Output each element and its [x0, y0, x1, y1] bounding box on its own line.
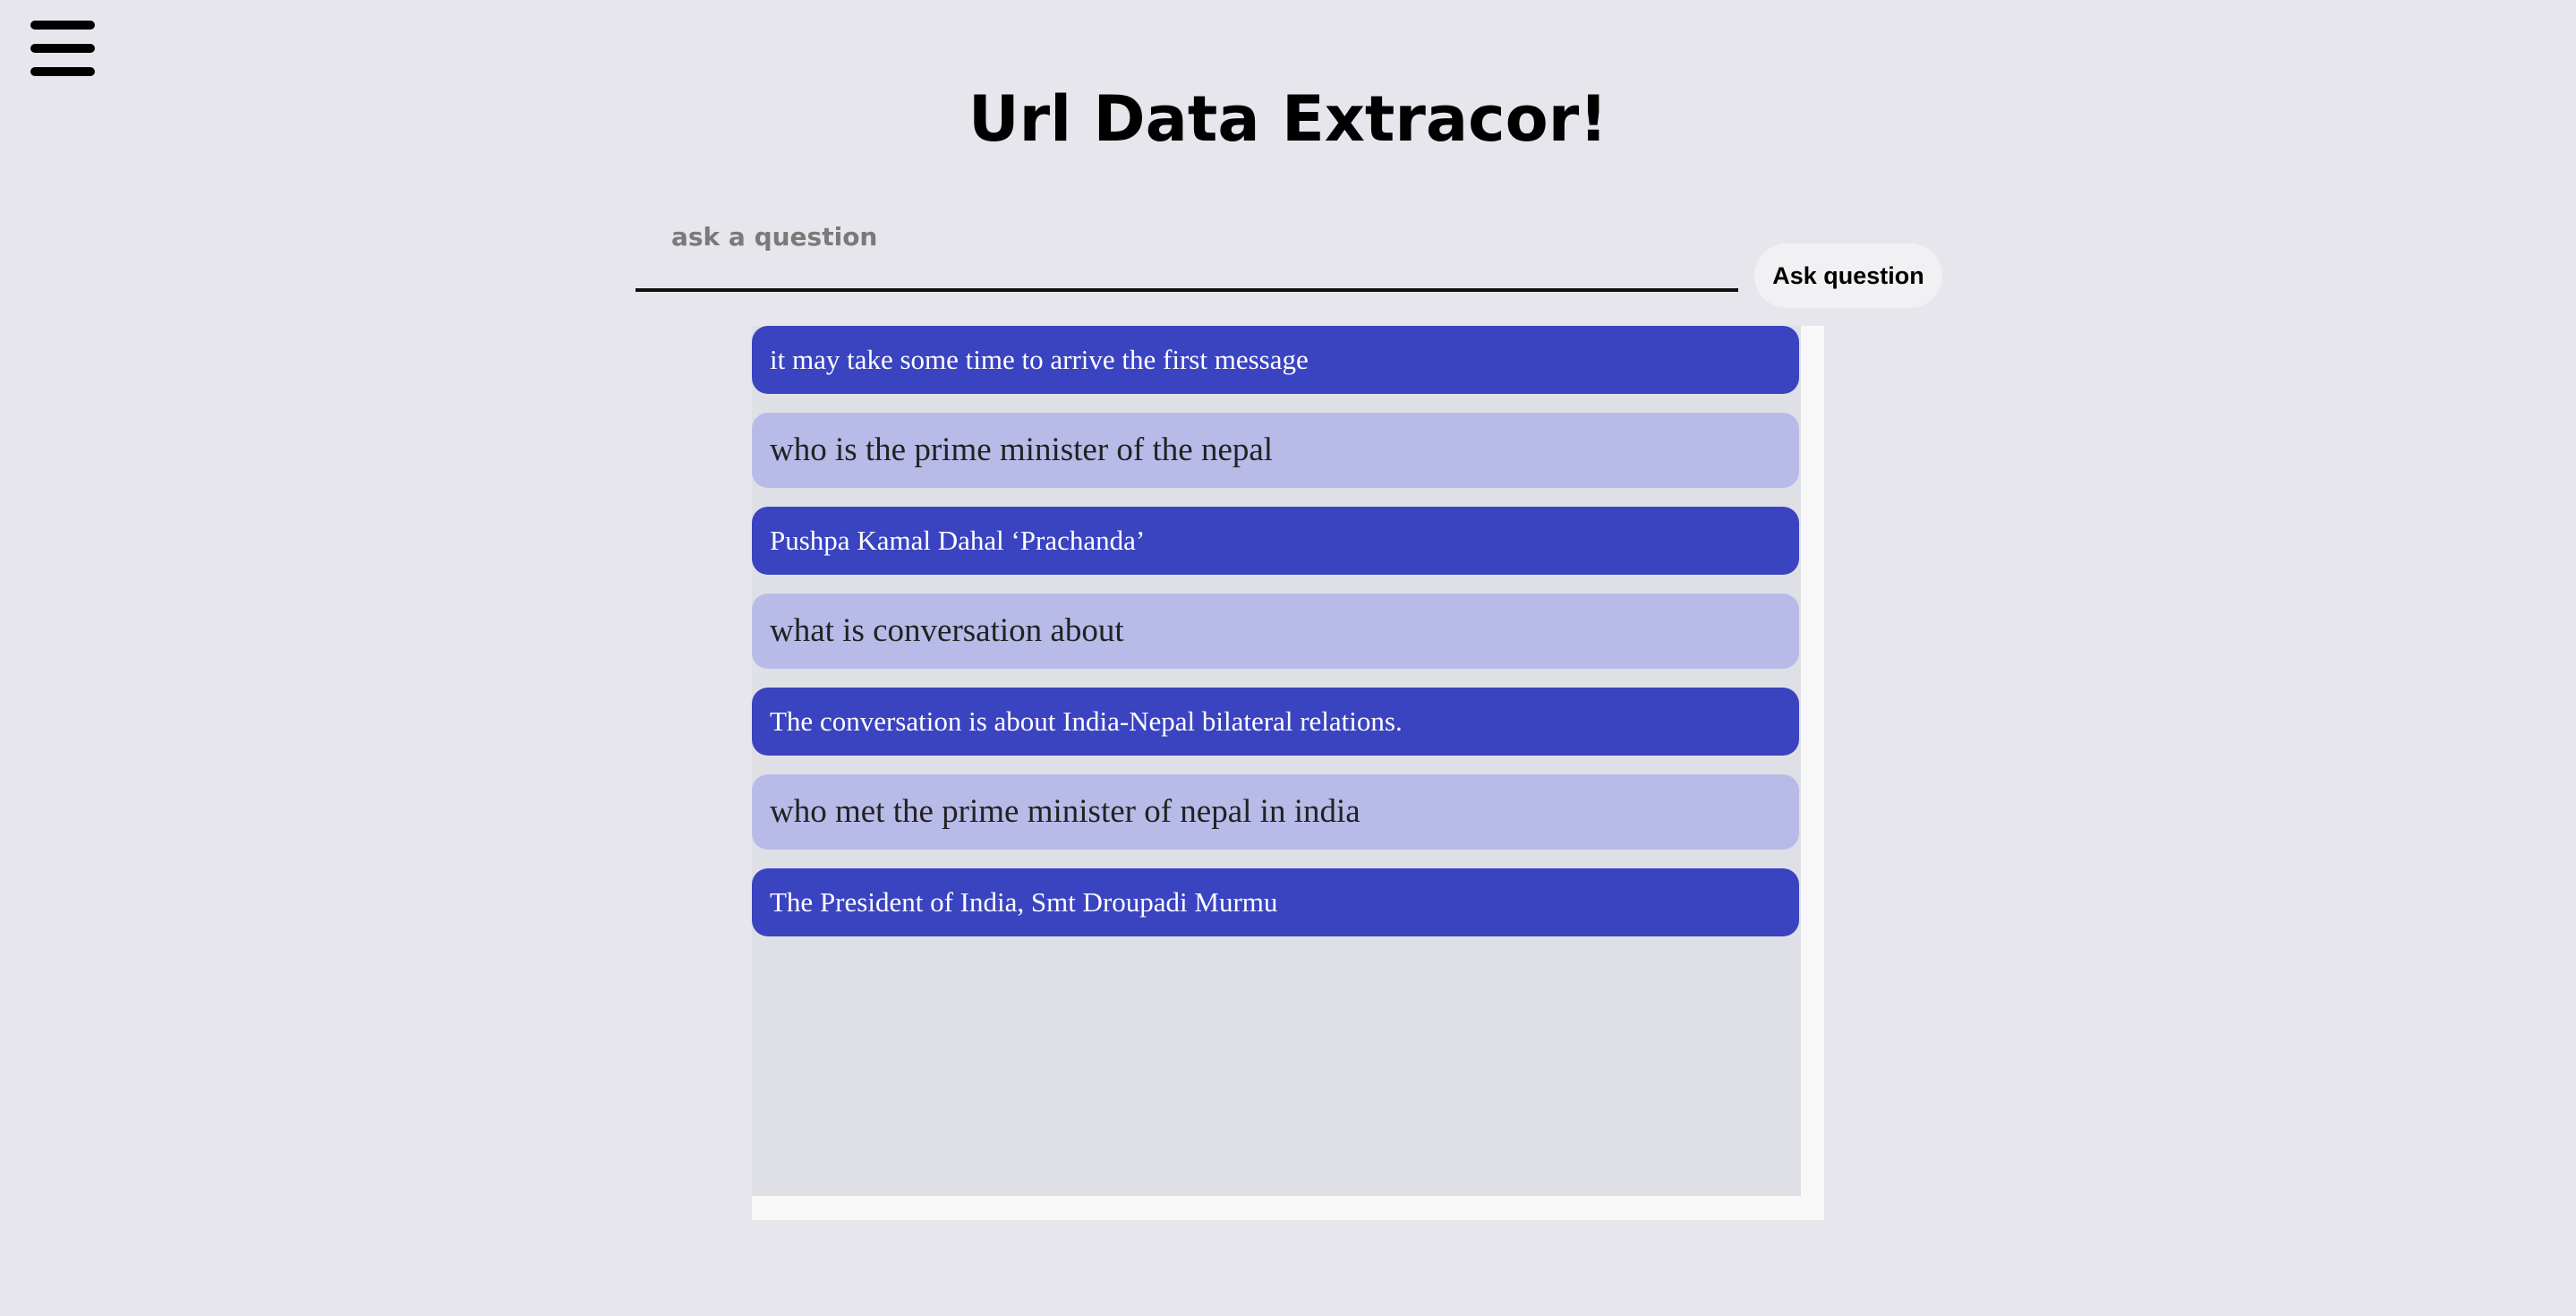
- user-message: who met the prime minister of nepal in i…: [752, 774, 1799, 850]
- bot-message: Pushpa Kamal Dahal ‘Prachanda’: [752, 507, 1799, 575]
- menu-bar: [30, 21, 95, 30]
- bot-message: it may take some time to arrive the firs…: [752, 326, 1799, 394]
- page-title: Url Data Extracor!: [968, 82, 1608, 156]
- hamburger-menu-icon[interactable]: [30, 19, 95, 78]
- menu-bar: [30, 67, 95, 76]
- chat-panel: it may take some time to arrive the firs…: [752, 326, 1824, 1220]
- question-input[interactable]: [635, 208, 1738, 292]
- bot-message: The conversation is about India-Nepal bi…: [752, 688, 1799, 756]
- user-message: who is the prime minister of the nepal: [752, 413, 1799, 488]
- bot-message: The President of India, Smt Droupadi Mur…: [752, 868, 1799, 936]
- user-message: what is conversation about: [752, 594, 1799, 669]
- chat-messages[interactable]: it may take some time to arrive the firs…: [752, 326, 1801, 1196]
- menu-bar: [30, 44, 95, 53]
- ask-question-button[interactable]: Ask question: [1754, 244, 1942, 308]
